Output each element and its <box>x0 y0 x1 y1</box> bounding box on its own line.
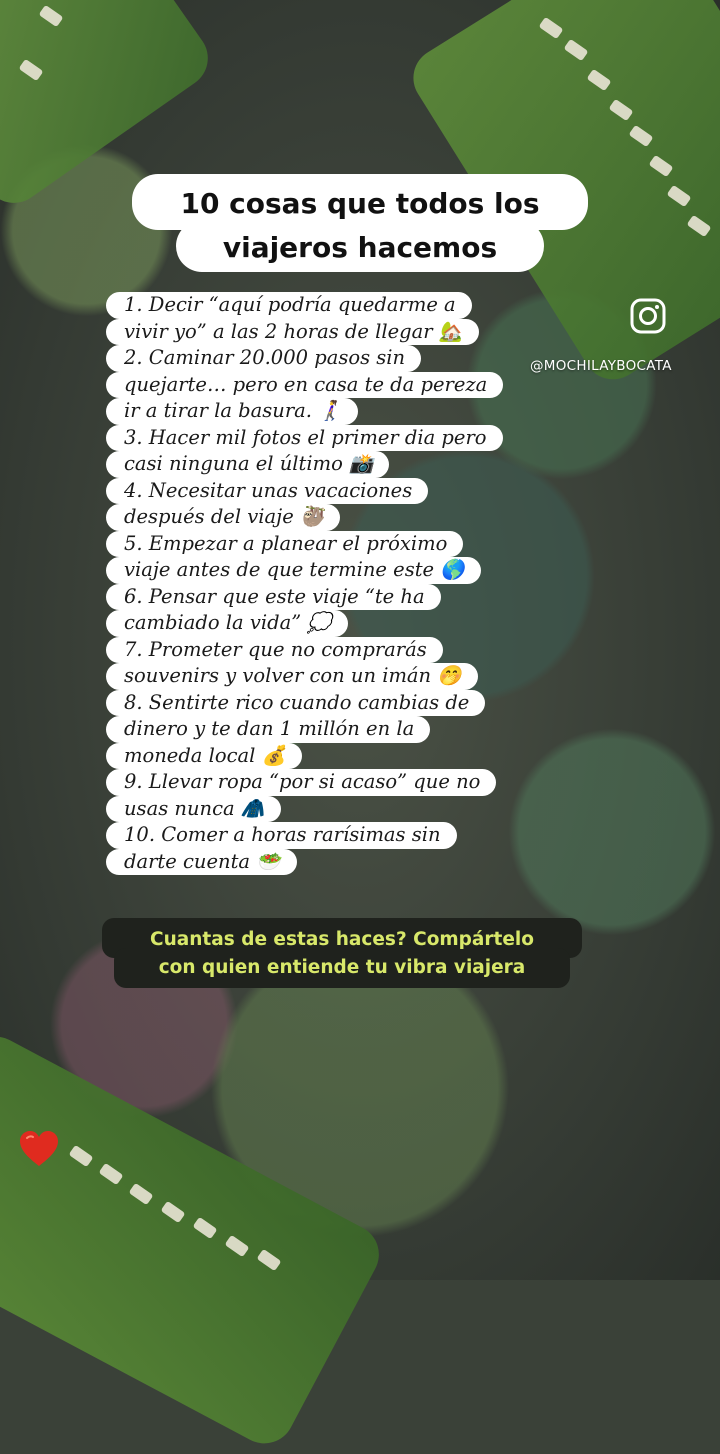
list-line: 3. Hacer mil fotos el primer dia pero <box>106 424 503 451</box>
list-line: quejarte… pero en casa te da pereza <box>106 371 504 398</box>
list-line: dinero y te dan 1 millón en la <box>106 716 431 743</box>
list-line: 9. Llevar ropa “por si acaso” que no <box>106 769 497 796</box>
cta-line-2: con quien entiende tu vibra viajera <box>158 957 526 978</box>
list-line: viaje antes de que termine este 🌎 <box>106 557 481 584</box>
list-row: dinero y te dan 1 millón en la <box>106 716 526 743</box>
list-line: souvenirs y volver con un imán 🤭 <box>106 663 478 690</box>
list-line: moneda local 💰 <box>106 742 302 769</box>
title-line-2: viajeros hacemos <box>222 231 498 264</box>
heart-icon[interactable] <box>18 1130 60 1168</box>
list-row: darte cuenta 🥗 <box>106 848 526 875</box>
cta-line-1: Cuantas de estas haces? Compártelo <box>150 929 534 950</box>
list-row: 4. Necesitar unas vacaciones <box>106 477 526 504</box>
list-line: casi ninguna el último 📸 <box>106 451 390 478</box>
instagram-icon[interactable] <box>630 298 666 334</box>
list-row: 7. Prometer que no comprarás <box>106 636 526 663</box>
list-row: ir a tirar la basura. 🚶‍♀️ <box>106 398 526 425</box>
title-card: 10 cosas que todos los viajeros hacemos <box>132 174 588 272</box>
list-row: quejarte… pero en casa te da pereza <box>106 371 526 398</box>
list-row: después del viaje 🦥 <box>106 504 526 531</box>
list-row: viaje antes de que termine este 🌎 <box>106 557 526 584</box>
story-title: 10 cosas que todos los viajeros hacemos <box>132 182 588 270</box>
list-row: 8. Sentirte rico cuando cambias de <box>106 689 526 716</box>
list-row: 9. Llevar ropa “por si acaso” que no <box>106 769 526 796</box>
list-row: vivir yo” a las 2 horas de llegar 🏡 <box>106 318 526 345</box>
list-row: 1. Decir “aquí podría quedarme a <box>106 292 526 319</box>
list-line: darte cuenta 🥗 <box>106 848 297 875</box>
list-row: 10. Comer a horas rarísimas sin <box>106 822 526 849</box>
list-line: después del viaje 🦥 <box>106 504 341 531</box>
list-line: 10. Comer a horas rarísimas sin <box>106 822 457 849</box>
list-row: cambiado la vida” 💭 <box>106 610 526 637</box>
list-row: 5. Empezar a planear el próximo <box>106 530 526 557</box>
list-line: cambiado la vida” 💭 <box>106 610 348 637</box>
list-row: casi ninguna el último 📸 <box>106 451 526 478</box>
list-line: 2. Caminar 20.000 pasos sin <box>106 345 422 372</box>
list-line: ir a tirar la basura. 🚶‍♀️ <box>106 398 359 425</box>
list-line: 6. Pensar que este viaje “te ha <box>106 583 441 610</box>
list-row: 2. Caminar 20.000 pasos sin <box>106 345 526 372</box>
list-row: 6. Pensar que este viaje “te ha <box>106 583 526 610</box>
instagram-handle[interactable]: @MOCHILAYBOCATA <box>530 358 700 374</box>
things-list: 1. Decir “aquí podría quedarme a vivir yo… <box>106 292 526 875</box>
list-row: 3. Hacer mil fotos el primer dia pero <box>106 424 526 451</box>
list-row: usas nunca 🧥 <box>106 795 526 822</box>
list-line: vivir yo” a las 2 horas de llegar 🏡 <box>106 318 480 345</box>
title-line-1: 10 cosas que todos los <box>180 187 540 220</box>
list-row: souvenirs y volver con un imán 🤭 <box>106 663 526 690</box>
list-line: 7. Prometer que no comprarás <box>106 636 443 663</box>
list-line: 1. Decir “aquí podría quedarme a <box>106 292 472 319</box>
list-line: 5. Empezar a planear el próximo <box>106 530 464 557</box>
call-to-action: Cuantas de estas haces? Compártelo con q… <box>102 918 582 988</box>
list-line: usas nunca 🧥 <box>106 795 282 822</box>
list-line: 4. Necesitar unas vacaciones <box>106 477 429 504</box>
list-row: moneda local 💰 <box>106 742 526 769</box>
list-line: 8. Sentirte rico cuando cambias de <box>106 689 486 716</box>
